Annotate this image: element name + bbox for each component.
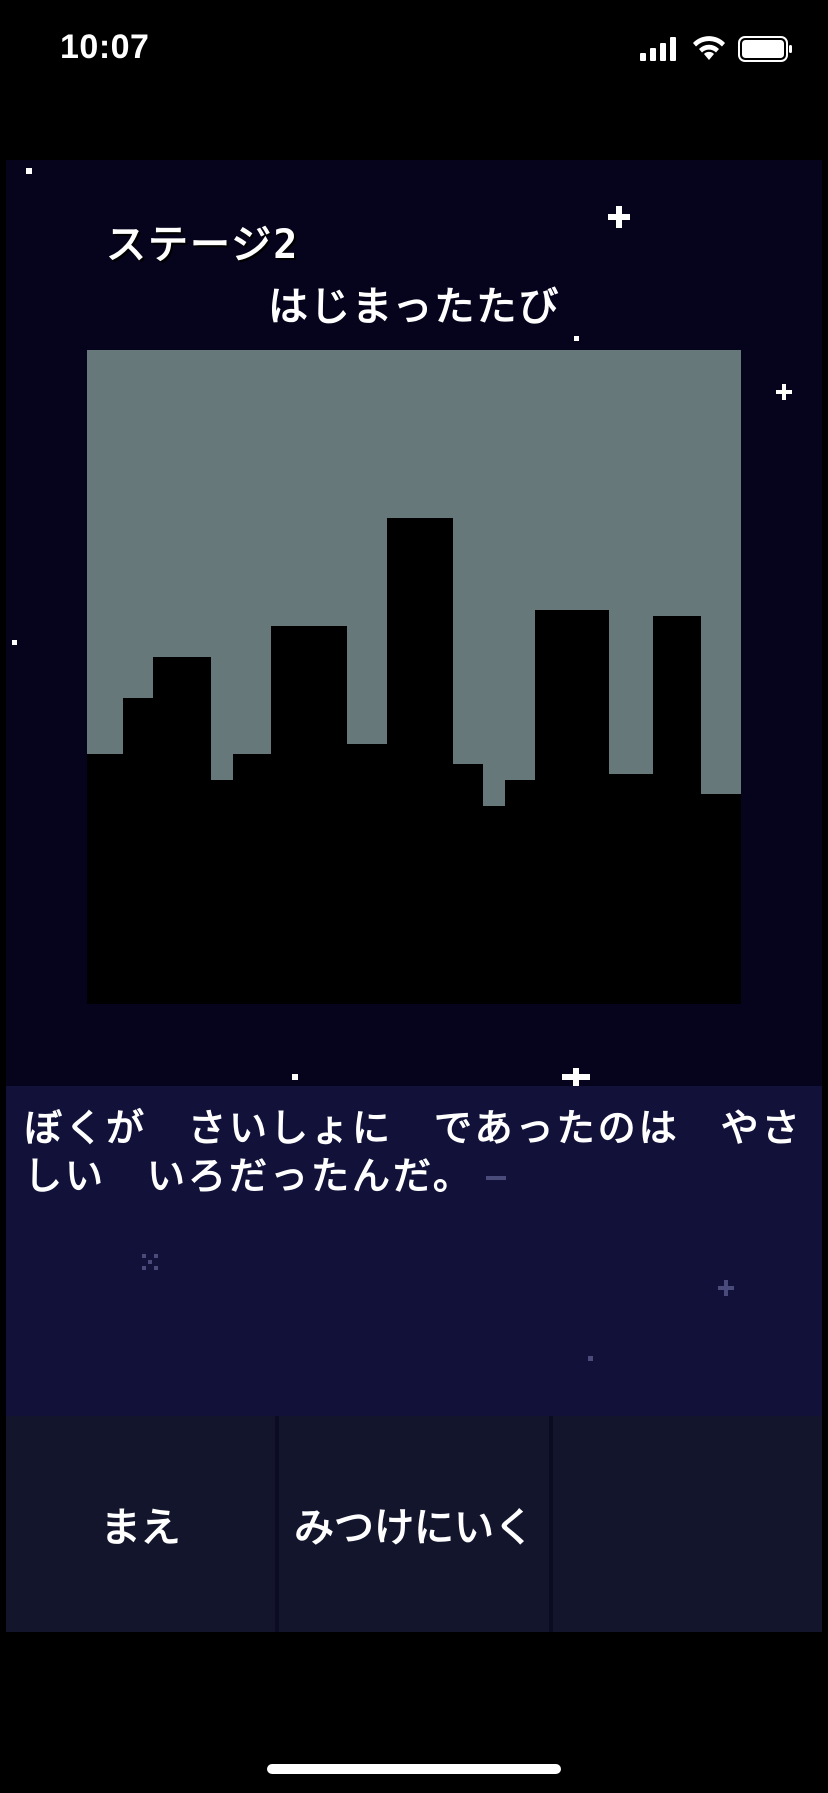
star-icon bbox=[562, 1068, 590, 1086]
star-icon bbox=[26, 168, 32, 174]
dialog-box: ぼくが さいしょに であったのは やさしい いろだったんだ。 bbox=[6, 1086, 822, 1416]
star-icon bbox=[608, 206, 630, 228]
cellular-signal-icon bbox=[640, 37, 676, 61]
star-icon bbox=[574, 336, 579, 341]
dialog-text: ぼくが さいしょに であったのは やさしい いろだったんだ。 bbox=[24, 1106, 803, 1198]
sparkle-icon bbox=[588, 1356, 593, 1361]
status-icons bbox=[640, 36, 794, 62]
sparkle-icon bbox=[486, 1176, 506, 1180]
star-icon bbox=[12, 640, 17, 645]
city-skyline bbox=[87, 350, 741, 1004]
star-icon bbox=[292, 1074, 298, 1080]
sparkle-icon bbox=[142, 1254, 158, 1270]
stage-title: はじまったたび bbox=[268, 284, 561, 330]
game-stage: ステージ2 はじまったたび bbox=[6, 160, 822, 1086]
wifi-icon bbox=[693, 36, 725, 60]
status-time: 10:07 bbox=[60, 28, 150, 66]
action-buttons: まえ みつけにいく bbox=[6, 1416, 822, 1632]
scene-picture bbox=[87, 350, 741, 1004]
empty-button[interactable] bbox=[552, 1416, 822, 1632]
star-icon bbox=[776, 384, 792, 400]
home-indicator[interactable] bbox=[267, 1764, 561, 1774]
back-button[interactable]: まえ bbox=[6, 1416, 280, 1632]
go-find-button[interactable]: みつけにいく bbox=[279, 1416, 553, 1632]
stage-label: ステージ2 bbox=[106, 222, 300, 268]
status-bar: 10:07 bbox=[0, 0, 828, 100]
sparkle-icon bbox=[718, 1280, 734, 1296]
battery-icon bbox=[738, 36, 792, 62]
